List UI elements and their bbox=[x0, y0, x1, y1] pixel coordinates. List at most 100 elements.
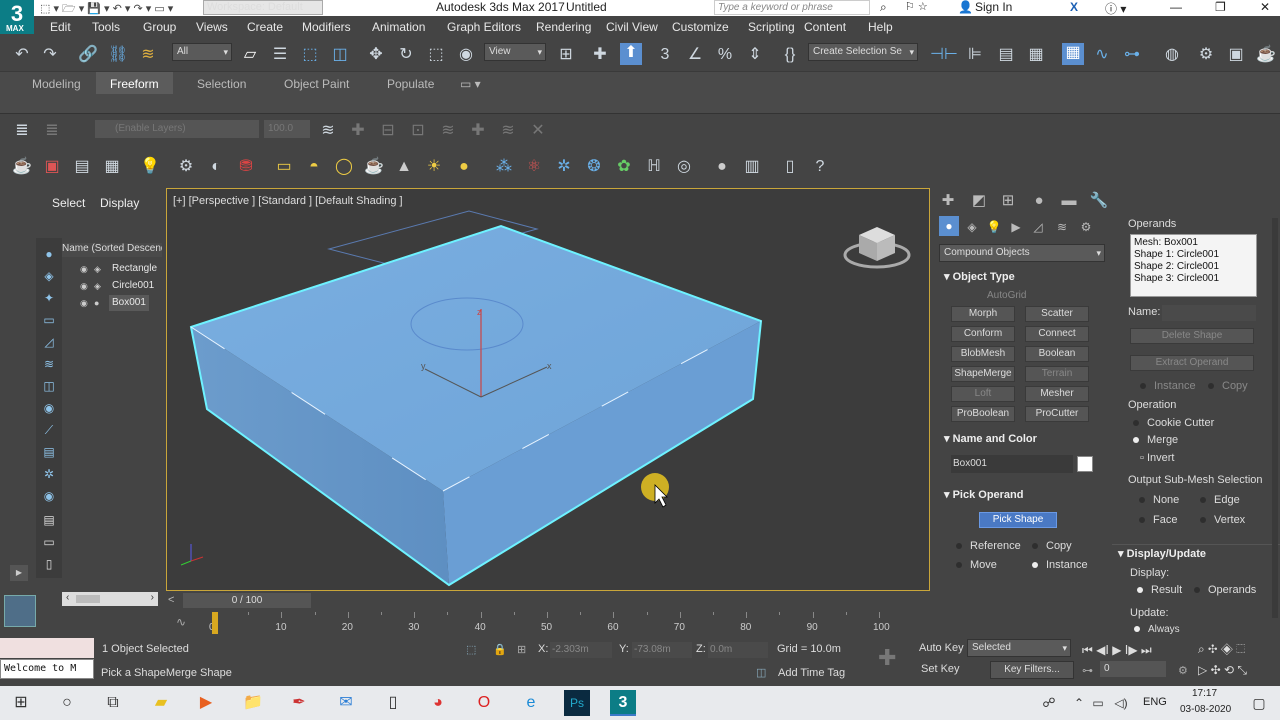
hair-icon[interactable]: ℍ bbox=[644, 157, 664, 177]
y-coordinate[interactable]: -73.08m bbox=[632, 642, 692, 658]
operand-item[interactable]: Shape 1: Circle001 bbox=[1134, 249, 1253, 261]
shapes-category-icon[interactable]: ◈ bbox=[961, 216, 983, 238]
menu-scripting[interactable]: Scripting bbox=[748, 20, 795, 34]
snap-toggle-icon[interactable]: 3 bbox=[655, 45, 675, 65]
scene-explorer-icon[interactable]: ▦ bbox=[1062, 43, 1084, 65]
helpers-category-icon[interactable]: ◿ bbox=[1027, 216, 1049, 238]
minimize-icon[interactable]: — bbox=[1170, 0, 1182, 14]
rect-selection-icon[interactable]: ⬚ bbox=[300, 45, 320, 65]
name-color-header[interactable]: ▾ Name and Color bbox=[944, 432, 1037, 445]
object-type-button-terrain[interactable]: Terrain bbox=[1025, 366, 1089, 382]
cookie-cutter-radio[interactable]: Cookie Cutter bbox=[1133, 417, 1214, 429]
merge-radio[interactable]: Merge bbox=[1133, 434, 1178, 446]
people-icon[interactable]: ☍ bbox=[1036, 690, 1062, 716]
current-frame-field[interactable]: 0 bbox=[1100, 661, 1166, 677]
sun-icon[interactable]: ☀ bbox=[424, 157, 444, 177]
menu-help[interactable]: Help bbox=[868, 20, 893, 34]
expand-explorer-icon[interactable]: ▶ bbox=[10, 565, 28, 581]
keyboard-shortcut-icon[interactable]: ⬆ bbox=[620, 43, 642, 65]
cortana-icon[interactable]: ○ bbox=[54, 690, 80, 716]
z-coordinate[interactable]: 0.0m bbox=[708, 642, 768, 658]
clock-date[interactable]: 03-08-2020 bbox=[1180, 704, 1231, 715]
layer-delete-icon[interactable]: ⊟ bbox=[378, 121, 398, 141]
redo-icon[interactable]: ↷ bbox=[40, 45, 60, 65]
operand-item[interactable]: Shape 2: Circle001 bbox=[1134, 261, 1253, 273]
grid-icon[interactable]: ▦ bbox=[102, 157, 122, 177]
extract-operand-button[interactable]: Extract Operand bbox=[1130, 355, 1254, 371]
layer-add-icon[interactable]: ≋ bbox=[318, 121, 338, 141]
key-selection-dropdown[interactable]: Selected bbox=[967, 639, 1071, 657]
window-crossing-icon[interactable]: ◫ bbox=[330, 45, 350, 65]
pick-shape-button[interactable]: Pick Shape bbox=[979, 512, 1057, 528]
cloth-icon[interactable]: ◎ bbox=[674, 157, 694, 177]
move-radio[interactable]: Move bbox=[956, 559, 997, 571]
menu-animation[interactable]: Animation bbox=[372, 20, 425, 34]
display-operands-radio[interactable]: Operands bbox=[1194, 584, 1256, 596]
explorer-scrollbar[interactable]: ‹ › bbox=[62, 592, 158, 606]
maxscript-listener-top[interactable] bbox=[0, 638, 94, 658]
pivot-center-icon[interactable]: ⊞ bbox=[556, 45, 576, 65]
rendered-frame-icon[interactable]: ▣ bbox=[1226, 45, 1246, 65]
object-type-header[interactable]: ▾ Object Type bbox=[944, 270, 1015, 283]
operand-item[interactable]: Shape 3: Circle001 bbox=[1134, 273, 1253, 285]
autogrid-checkbox[interactable]: AutoGrid bbox=[987, 290, 1026, 301]
edge-icon[interactable]: e bbox=[518, 690, 544, 716]
select-object-icon[interactable]: ▱ bbox=[240, 45, 260, 65]
menu-graph-editors[interactable]: Graph Editors bbox=[447, 20, 521, 34]
align-icon[interactable]: ⊫ bbox=[965, 45, 985, 65]
scroll-left-icon[interactable]: ‹ bbox=[66, 592, 69, 603]
time-slider[interactable]: 0 / 100 bbox=[183, 593, 311, 608]
notifications-icon[interactable]: ▢ bbox=[1246, 690, 1272, 716]
menu-content[interactable]: Content bbox=[804, 20, 846, 34]
layer-render-icon[interactable]: ≋ bbox=[498, 121, 518, 141]
filter-none-icon[interactable]: ▭ bbox=[40, 534, 58, 550]
layer-close-icon[interactable]: ✕ bbox=[528, 121, 548, 141]
layers-dim-icon[interactable]: ≣ bbox=[42, 121, 62, 141]
image-icon[interactable]: ▣ bbox=[42, 157, 62, 177]
menu-group[interactable]: Group bbox=[143, 20, 176, 34]
filter-xrefs-icon[interactable]: ◉ bbox=[40, 400, 58, 416]
create-tab-icon[interactable]: ✚ bbox=[937, 190, 959, 212]
layer-explorer-icon[interactable]: ▤ bbox=[996, 45, 1016, 65]
explorer-name-header[interactable]: Name (Sorted Descending) bbox=[62, 243, 162, 257]
time-config-icon[interactable]: ⚙ bbox=[1178, 664, 1188, 677]
scroll-thumb[interactable] bbox=[76, 595, 100, 603]
explorer-row-box[interactable]: ◉ ● Box001 bbox=[80, 295, 162, 311]
mirror-icon[interactable]: ⊣⊢ bbox=[930, 45, 958, 65]
curve-editor-icon[interactable]: ∿ bbox=[1092, 45, 1112, 65]
operands-list[interactable]: Mesh: Box001 Shape 1: Circle001 Shape 2:… bbox=[1130, 234, 1257, 297]
filter-groups-icon[interactable]: ◫ bbox=[40, 378, 58, 394]
manipulate-icon[interactable]: ✚ bbox=[590, 45, 610, 65]
opera-icon[interactable]: O bbox=[471, 690, 497, 716]
viewcube[interactable] bbox=[843, 227, 911, 269]
menu-civil-view[interactable]: Civil View bbox=[606, 20, 658, 34]
time-marker[interactable] bbox=[212, 612, 218, 634]
object-type-button-morph[interactable]: Morph bbox=[951, 306, 1015, 322]
operand-item[interactable]: Mesh: Box001 bbox=[1134, 237, 1253, 249]
film-icon[interactable]: ⛃ bbox=[236, 157, 256, 177]
bind-spacewarp-icon[interactable]: ≋ bbox=[138, 45, 158, 65]
schematic-view-icon[interactable]: ⊶ bbox=[1122, 45, 1142, 65]
windows-start-icon[interactable]: ⊞ bbox=[8, 690, 34, 716]
globe-icon[interactable]: ❂ bbox=[584, 157, 604, 177]
filter-hidden-icon[interactable]: ◉ bbox=[40, 488, 58, 504]
geometry-category-icon[interactable]: ● bbox=[939, 216, 959, 236]
sticky-app-icon[interactable]: ▰ bbox=[148, 690, 174, 716]
menu-create[interactable]: Create bbox=[247, 20, 283, 34]
object-type-button-blobmesh[interactable]: BlobMesh bbox=[951, 346, 1015, 362]
extract-copy-radio[interactable]: Copy bbox=[1208, 380, 1248, 392]
clock-time[interactable]: 17:17 bbox=[1192, 688, 1217, 699]
set-key-button[interactable]: Set Key bbox=[921, 663, 960, 675]
unlink-icon[interactable]: ⛓ bbox=[108, 45, 128, 65]
output-none-radio[interactable]: None bbox=[1139, 494, 1179, 506]
undo-icon[interactable]: ↶ bbox=[12, 45, 32, 65]
sphere-icon[interactable]: ◯ bbox=[334, 157, 354, 177]
hierarchy-tab-icon[interactable]: ⊞ bbox=[997, 190, 1019, 212]
display-tab-icon[interactable]: ▬ bbox=[1058, 190, 1080, 212]
isolate-icon[interactable]: ⬚ bbox=[466, 643, 476, 656]
lock-icon[interactable]: 🔒 bbox=[493, 643, 507, 656]
cameras-category-icon[interactable]: ▶ bbox=[1005, 216, 1027, 238]
explorer-row-rectangle[interactable]: ◉ ◈ Rectangle bbox=[80, 261, 162, 277]
object-color-swatch[interactable] bbox=[1077, 456, 1093, 472]
eye-icon[interactable]: ◉ bbox=[80, 261, 90, 277]
